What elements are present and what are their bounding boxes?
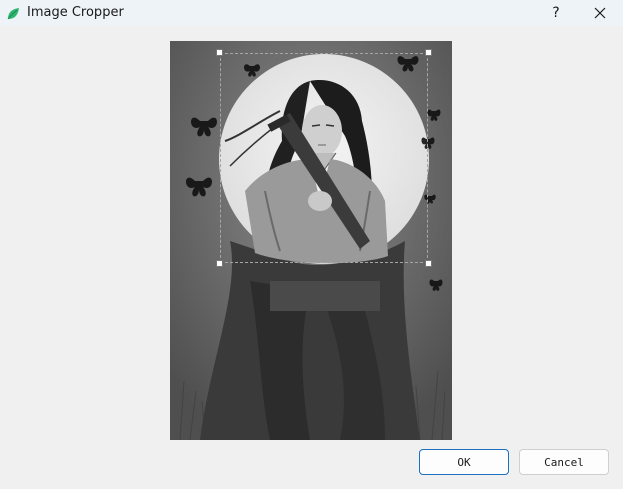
- cancel-button[interactable]: Cancel: [519, 449, 609, 475]
- title-bar[interactable]: Image Cropper ?: [0, 0, 623, 26]
- crop-handle-bottom-right[interactable]: [425, 260, 432, 267]
- crop-handle-top-right[interactable]: [425, 49, 432, 56]
- crop-selection[interactable]: [220, 53, 428, 263]
- crop-handle-bottom-left[interactable]: [216, 260, 223, 267]
- window-title: Image Cropper: [27, 5, 124, 20]
- leaf-icon: [6, 6, 20, 20]
- ok-button[interactable]: OK: [419, 449, 509, 475]
- question-mark-icon: ?: [552, 5, 560, 21]
- image-cropper-window: Image Cropper ? OK Cancel: [0, 0, 623, 489]
- close-button[interactable]: [577, 0, 623, 26]
- close-icon: [594, 7, 606, 19]
- help-button[interactable]: ?: [533, 0, 579, 26]
- crop-handle-top-left[interactable]: [216, 49, 223, 56]
